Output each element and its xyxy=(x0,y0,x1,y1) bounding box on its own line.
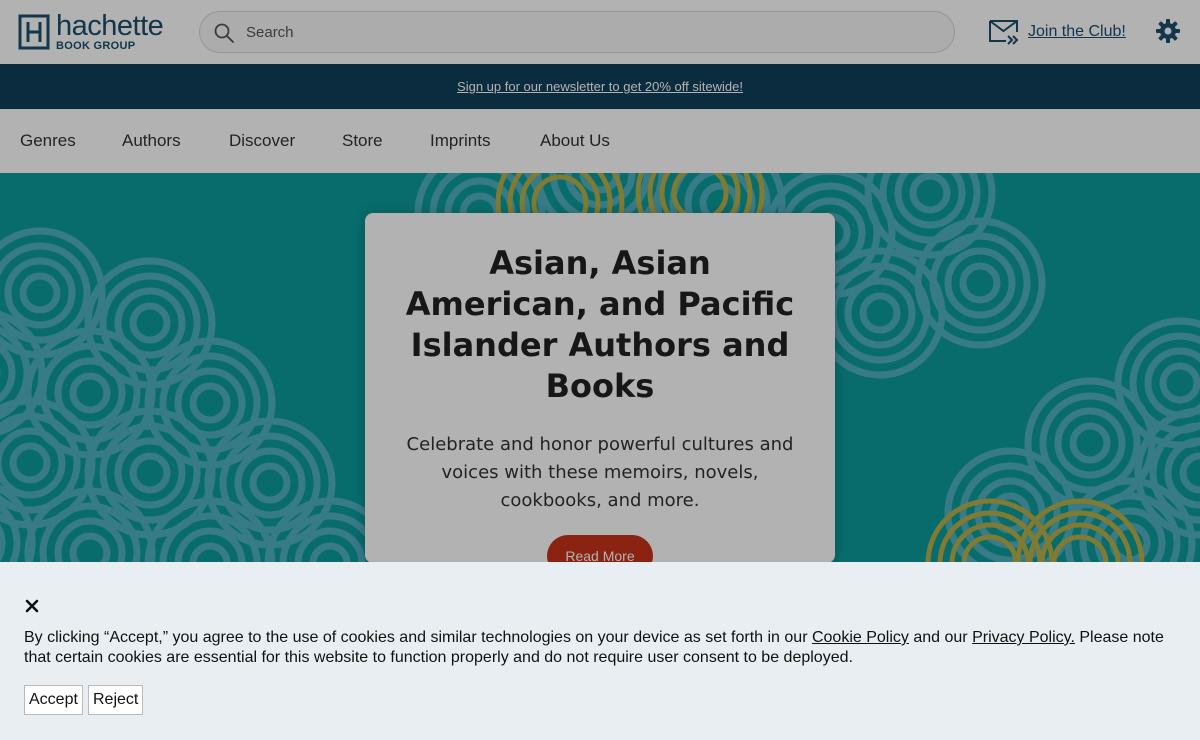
reject-button[interactable]: Reject xyxy=(88,685,144,715)
accept-button[interactable]: Accept xyxy=(24,685,83,715)
cookie-banner: By clicking “Accept,” you agree to the u… xyxy=(0,562,1200,740)
close-icon[interactable] xyxy=(24,598,40,614)
cookie-consent-text: By clicking “Accept,” you agree to the u… xyxy=(24,628,1184,668)
cookie-text-middle: and our xyxy=(908,629,973,646)
cookie-policy-link[interactable]: Cookie Policy xyxy=(812,629,909,646)
cookie-text-before: By clicking “Accept,” you agree to the u… xyxy=(24,629,812,646)
privacy-policy-link[interactable]: Privacy Policy. xyxy=(972,629,1075,646)
page-dim-overlay xyxy=(0,0,1200,562)
